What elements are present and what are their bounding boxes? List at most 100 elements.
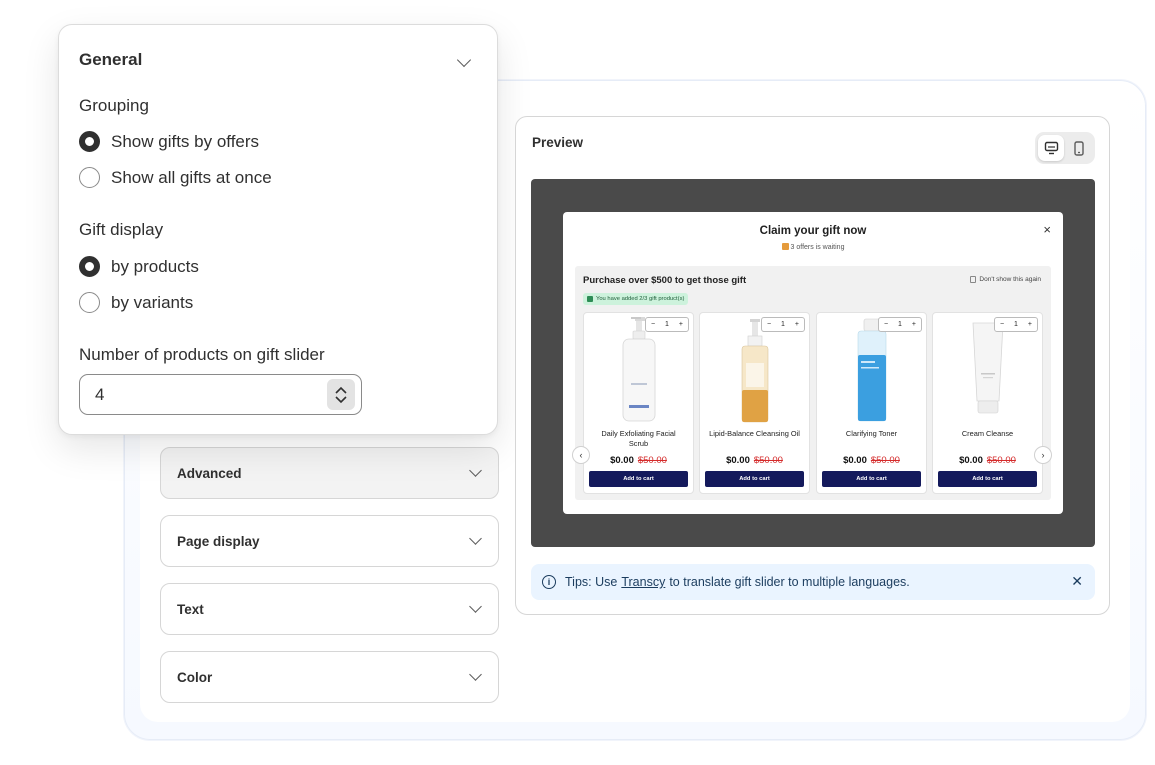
tips-close-icon[interactable]: ✕ [1071,573,1083,590]
product-sale-price: $0.00 [610,455,634,466]
gift-modal: Claim your gift now 3 offers is waiting … [563,212,1063,514]
mobile-view-button[interactable] [1066,135,1092,161]
radio-label: Show all gifts at once [111,167,272,187]
qty-stepper[interactable]: − 1 + [994,317,1038,332]
radio-selected-icon[interactable] [79,256,100,277]
qty-minus-button[interactable]: − [651,321,655,328]
product-card: − 1 + Lipid-Balance Cleansing Oil $0.00 $50… [699,312,810,494]
dont-show-checkbox[interactable]: Don't show this again [970,276,1041,283]
product-card: − 1 + Clarifying Toner $0.00 $50.00 Add to … [816,312,927,494]
product-sale-price: $0.00 [959,455,983,466]
gift-icon [781,243,789,250]
gift-check-icon [587,296,593,302]
add-to-cart-button[interactable]: Add to cart [589,471,688,487]
general-panel: General Grouping Show gifts by offers Sh… [58,24,498,435]
product-price: $0.00 $50.00 [700,455,809,466]
qty-plus-button[interactable]: + [795,321,799,328]
added-badge-text: You have added 2/3 gift product(s) [596,296,685,302]
modal-subtitle-text: 3 offers is waiting [790,244,845,251]
offer-title: Purchase over $500 to get those gift [583,275,747,286]
section-page-display[interactable]: Page display [160,515,499,567]
product-card: − 1 + Daily Exfoliating Facial Scrub $0.00… [583,312,694,494]
section-text-label: Text [177,601,204,617]
qty-plus-button[interactable]: + [679,321,683,328]
qty-stepper[interactable]: − 1 + [878,317,922,332]
modal-close-icon[interactable]: × [1043,222,1051,237]
qty-value: 1 [1014,321,1018,328]
info-icon: i [542,575,556,589]
modal-title: Claim your gift now [759,225,867,237]
product-name: Daily Exfoliating Facial Scrub [601,429,676,448]
desktop-view-button[interactable] [1038,135,1064,161]
product-old-price: $50.00 [870,455,900,466]
product-price: $0.00 $50.00 [933,455,1042,466]
add-to-cart-button[interactable]: Add to cart [938,471,1037,487]
preview-title: Preview [532,135,584,150]
qty-value: 1 [781,321,785,328]
tips-suffix: to translate gift slider to multiple lan… [669,575,910,589]
add-to-cart-button[interactable]: Add to cart [822,471,921,487]
radio-unselected-icon[interactable] [79,167,100,188]
general-title: General [79,50,143,69]
slider-prev-button[interactable]: ‹ [572,446,590,464]
qty-plus-button[interactable]: + [912,321,916,328]
radio-unselected-icon[interactable] [79,292,100,313]
preview-stage: Claim your gift now 3 offers is waiting … [531,179,1095,547]
radio-label: Show gifts by offers [111,131,260,151]
slider-count-label: Number of products on gift slider [79,345,325,364]
product-name: Lipid-Balance Cleansing Oil [709,429,800,438]
offer-block: Purchase over $500 to get those gift Don… [572,266,1052,500]
product-sale-price: $0.00 [843,455,867,466]
dont-show-label: Don't show this again [979,276,1041,283]
product-name: Clarifying Toner [845,429,898,438]
qty-stepper[interactable]: − 1 + [761,317,805,332]
slider-count-input[interactable]: 4 [79,374,362,415]
section-page-display-label: Page display [177,533,260,549]
added-badge: You have added 2/3 gift product(s) [583,293,689,305]
product-price: $0.00 $50.00 [817,455,926,466]
section-color[interactable]: Color [160,651,499,703]
product-card: − 1 + Cream Cleanse $0.00 $50.00 Add to car… [932,312,1043,494]
chevron-down-icon[interactable] [456,52,472,68]
mobile-icon [1074,140,1084,156]
chevron-down-icon [469,600,482,613]
device-toggle [1035,132,1095,164]
radio-show-gifts-by-offers[interactable]: Show gifts by offers [79,131,259,152]
qty-minus-button[interactable]: − [884,321,888,328]
desktop-icon [1044,141,1058,155]
product-sale-price: $0.00 [726,455,750,466]
checkbox-icon[interactable] [970,276,977,283]
chevron-down-icon[interactable] [335,395,347,404]
grouping-label: Grouping [79,96,149,115]
tips-prefix: Tips: Use [565,575,618,589]
product-price: $0.00 $50.00 [584,455,693,466]
radio-label: by variants [111,292,194,312]
qty-stepper[interactable]: − 1 + [645,317,689,332]
qty-value: 1 [898,321,902,328]
transcy-link[interactable]: Transcy [621,575,665,589]
qty-minus-button[interactable]: − [1000,321,1004,328]
qty-minus-button[interactable]: − [767,321,771,328]
slider-next-button[interactable]: › [1034,446,1052,464]
chevron-down-icon [469,464,482,477]
radio-by-variants[interactable]: by variants [79,292,193,313]
section-advanced[interactable]: Advanced [160,447,499,499]
section-color-label: Color [177,669,213,685]
number-stepper[interactable] [327,379,355,410]
product-old-price: $50.00 [753,455,783,466]
radio-by-products[interactable]: by products [79,256,199,277]
gift-display-label: Gift display [79,220,164,239]
slider-count-value: 4 [95,384,105,404]
section-advanced-label: Advanced [177,465,242,481]
add-to-cart-button[interactable]: Add to cart [705,471,804,487]
chevron-down-icon [469,668,482,681]
section-text[interactable]: Text [160,583,499,635]
chevron-up-icon[interactable] [335,386,347,394]
modal-subtitle: 3 offers is waiting [563,243,1063,251]
product-old-price: $50.00 [637,455,667,466]
radio-show-all-gifts[interactable]: Show all gifts at once [79,167,272,188]
radio-selected-icon[interactable] [79,131,100,152]
qty-plus-button[interactable]: + [1028,321,1032,328]
qty-value: 1 [665,321,669,328]
radio-label: by products [111,256,199,276]
